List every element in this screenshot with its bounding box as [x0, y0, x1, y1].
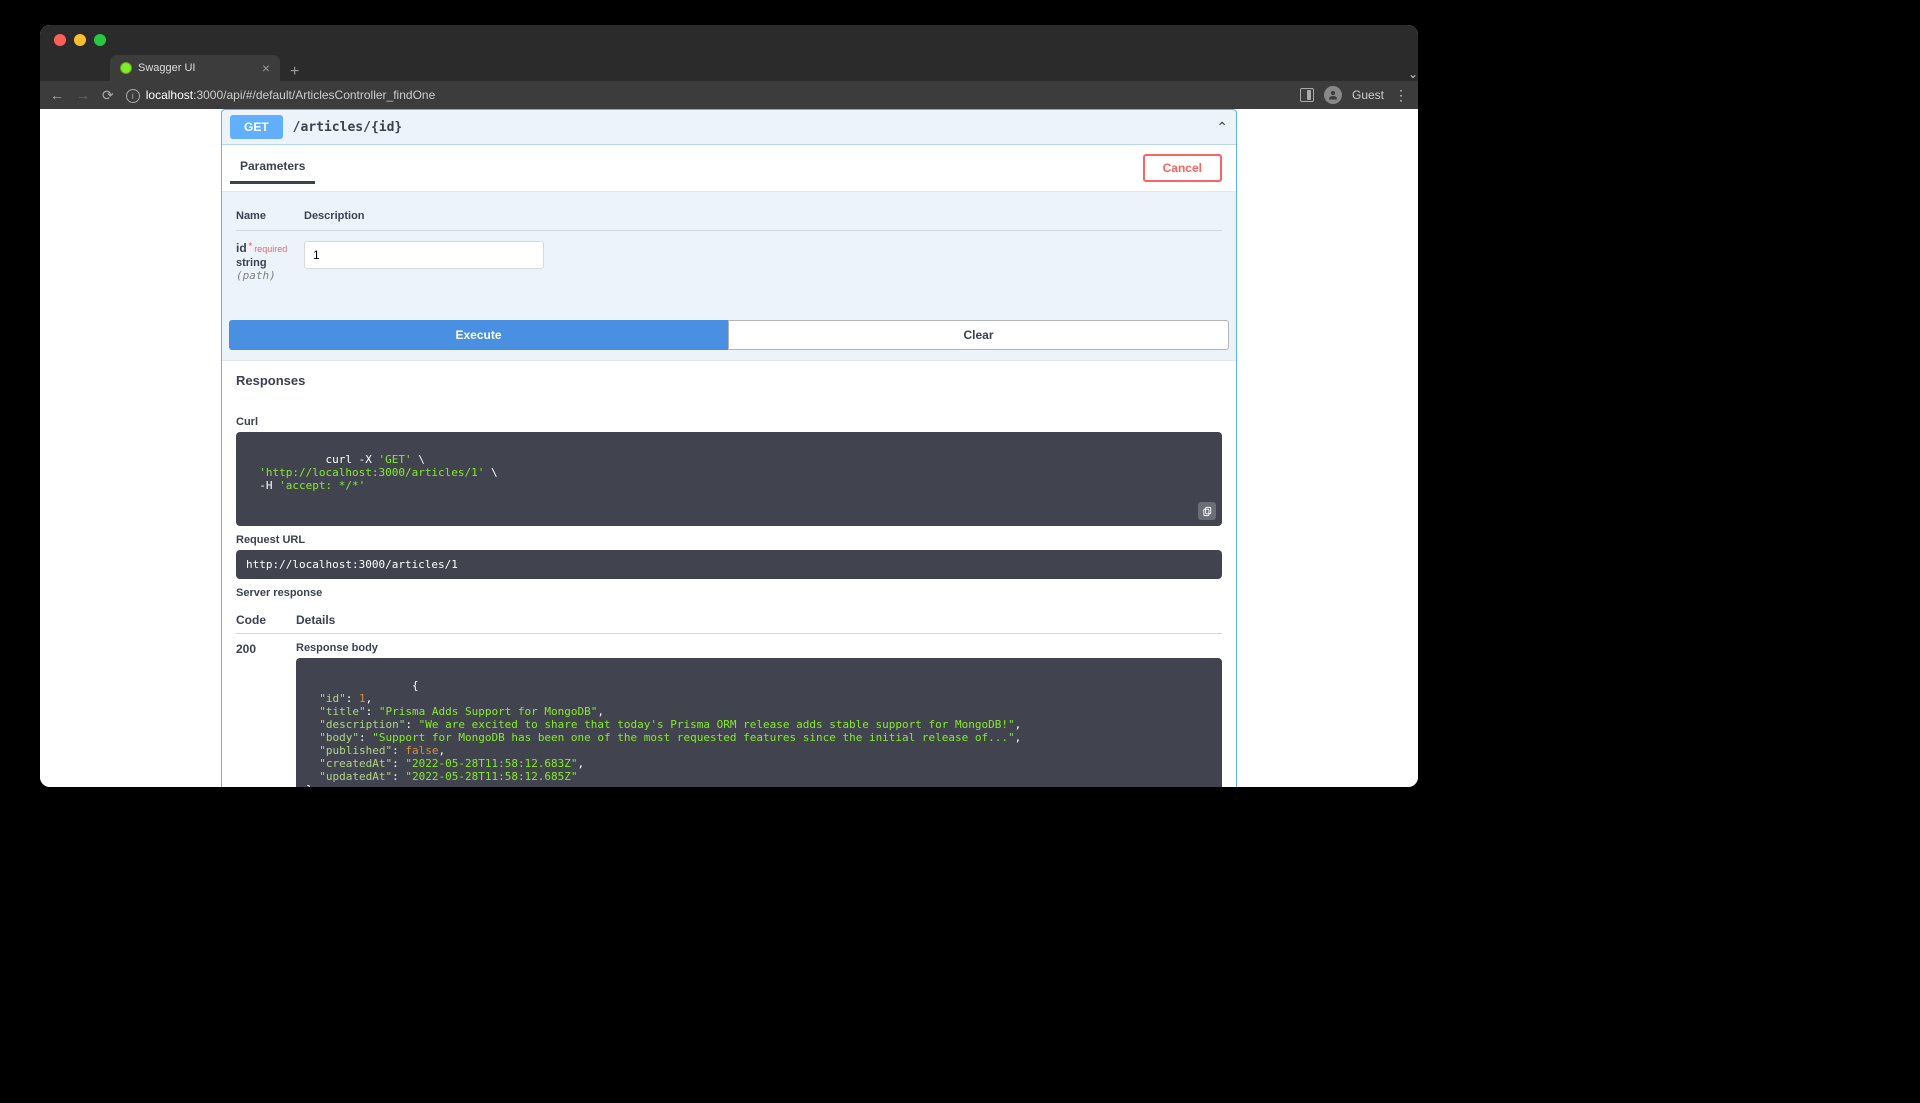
parameters-body: Name Description id*required string (pat… — [222, 192, 1236, 306]
tab-strip: Swagger UI × + ⌄ — [40, 55, 1418, 81]
clipboard-icon — [1202, 506, 1213, 517]
forward-button[interactable]: → — [76, 87, 90, 103]
request-url-label: Request URL — [236, 534, 1222, 546]
side-panel-icon[interactable] — [1300, 88, 1314, 102]
required-star-icon: * — [249, 241, 253, 251]
param-columns: Name Description — [236, 202, 1222, 231]
response-body-text: { "id": 1, "title": "Prisma Adds Support… — [306, 679, 1021, 787]
required-label: required — [254, 244, 287, 254]
profile-label: Guest — [1352, 88, 1384, 102]
operation-summary[interactable]: GET /articles/{id} ⌃ — [222, 110, 1236, 145]
curl-text: curl -X 'GET' \ 'http://localhost:3000/a… — [246, 453, 498, 492]
tab-title: Swagger UI — [138, 62, 195, 74]
back-button[interactable]: ← — [50, 87, 64, 103]
execute-row: Execute Clear — [222, 306, 1236, 360]
parameters-tab[interactable]: Parameters — [236, 153, 309, 183]
operation-block: GET /articles/{id} ⌃ Parameters Cancel N… — [221, 109, 1237, 787]
tab-close-icon[interactable]: × — [262, 60, 270, 76]
responses-body: Curl curl -X 'GET' \ 'http://localhost:3… — [222, 400, 1236, 787]
col-name: Name — [236, 210, 304, 222]
request-url-text: http://localhost:3000/articles/1 — [246, 558, 458, 571]
browser-menu-button[interactable]: ⋮ — [1394, 88, 1408, 102]
request-url-block: http://localhost:3000/articles/1 — [236, 550, 1222, 579]
curl-label: Curl — [236, 416, 1222, 428]
server-response-label: Server response — [236, 587, 1222, 599]
param-name: id — [236, 241, 247, 255]
param-name-cell: id*required string (path) — [236, 241, 304, 282]
param-in: (path) — [236, 269, 304, 282]
details-cell: Response body { "id": 1, "title": "Prism… — [296, 642, 1222, 787]
col-description: Description — [304, 210, 365, 222]
response-table-head: Code Details — [236, 605, 1222, 634]
param-type: string — [236, 257, 304, 269]
details-col-header: Details — [296, 613, 335, 627]
execute-button[interactable]: Execute — [229, 320, 728, 350]
window-close-button[interactable] — [54, 34, 66, 46]
responses-header: Responses — [222, 360, 1236, 400]
response-body-label: Response body — [296, 642, 1222, 654]
collapse-icon[interactable]: ⌃ — [1216, 119, 1228, 136]
param-desc-cell — [304, 241, 544, 269]
response-table-row: 200 Response body { "id": 1, "title": "P… — [236, 634, 1222, 787]
parameters-header: Parameters Cancel — [222, 145, 1236, 192]
site-info-icon[interactable]: i — [126, 89, 140, 103]
window-titlebar — [40, 25, 1418, 55]
address-bar: ← → ⟳ ilocalhost:3000/api/#/default/Arti… — [40, 81, 1418, 109]
curl-block: curl -X 'GET' \ 'http://localhost:3000/a… — [236, 432, 1222, 526]
clear-button[interactable]: Clear — [728, 320, 1229, 350]
response-body-block: { "id": 1, "title": "Prisma Adds Support… — [296, 658, 1222, 787]
toolbar-right: Guest ⋮ — [1300, 86, 1408, 104]
profile-avatar-icon[interactable] — [1324, 86, 1342, 104]
status-code: 200 — [236, 642, 296, 787]
swagger-favicon-icon — [120, 62, 132, 74]
code-col-header: Code — [236, 613, 296, 627]
window-maximize-button[interactable] — [94, 34, 106, 46]
reload-button[interactable]: ⟳ — [102, 87, 114, 104]
new-tab-button[interactable]: + — [280, 63, 309, 81]
param-row: id*required string (path) — [236, 231, 1222, 288]
operation-path: /articles/{id} — [293, 120, 403, 135]
page-viewport[interactable]: GET /articles/{id} ⌃ Parameters Cancel N… — [40, 109, 1418, 787]
browser-tab[interactable]: Swagger UI × — [110, 55, 280, 81]
http-method-badge: GET — [230, 115, 283, 139]
url-field[interactable]: ilocalhost:3000/api/#/default/ArticlesCo… — [126, 88, 1288, 103]
cancel-button[interactable]: Cancel — [1143, 154, 1222, 182]
window-minimize-button[interactable] — [74, 34, 86, 46]
tab-list-button[interactable]: ⌄ — [1408, 67, 1418, 81]
param-value-input[interactable] — [304, 241, 544, 269]
copy-curl-button[interactable] — [1198, 502, 1216, 520]
browser-window: Swagger UI × + ⌄ ← → ⟳ ilocalhost:3000/a… — [40, 25, 1418, 787]
